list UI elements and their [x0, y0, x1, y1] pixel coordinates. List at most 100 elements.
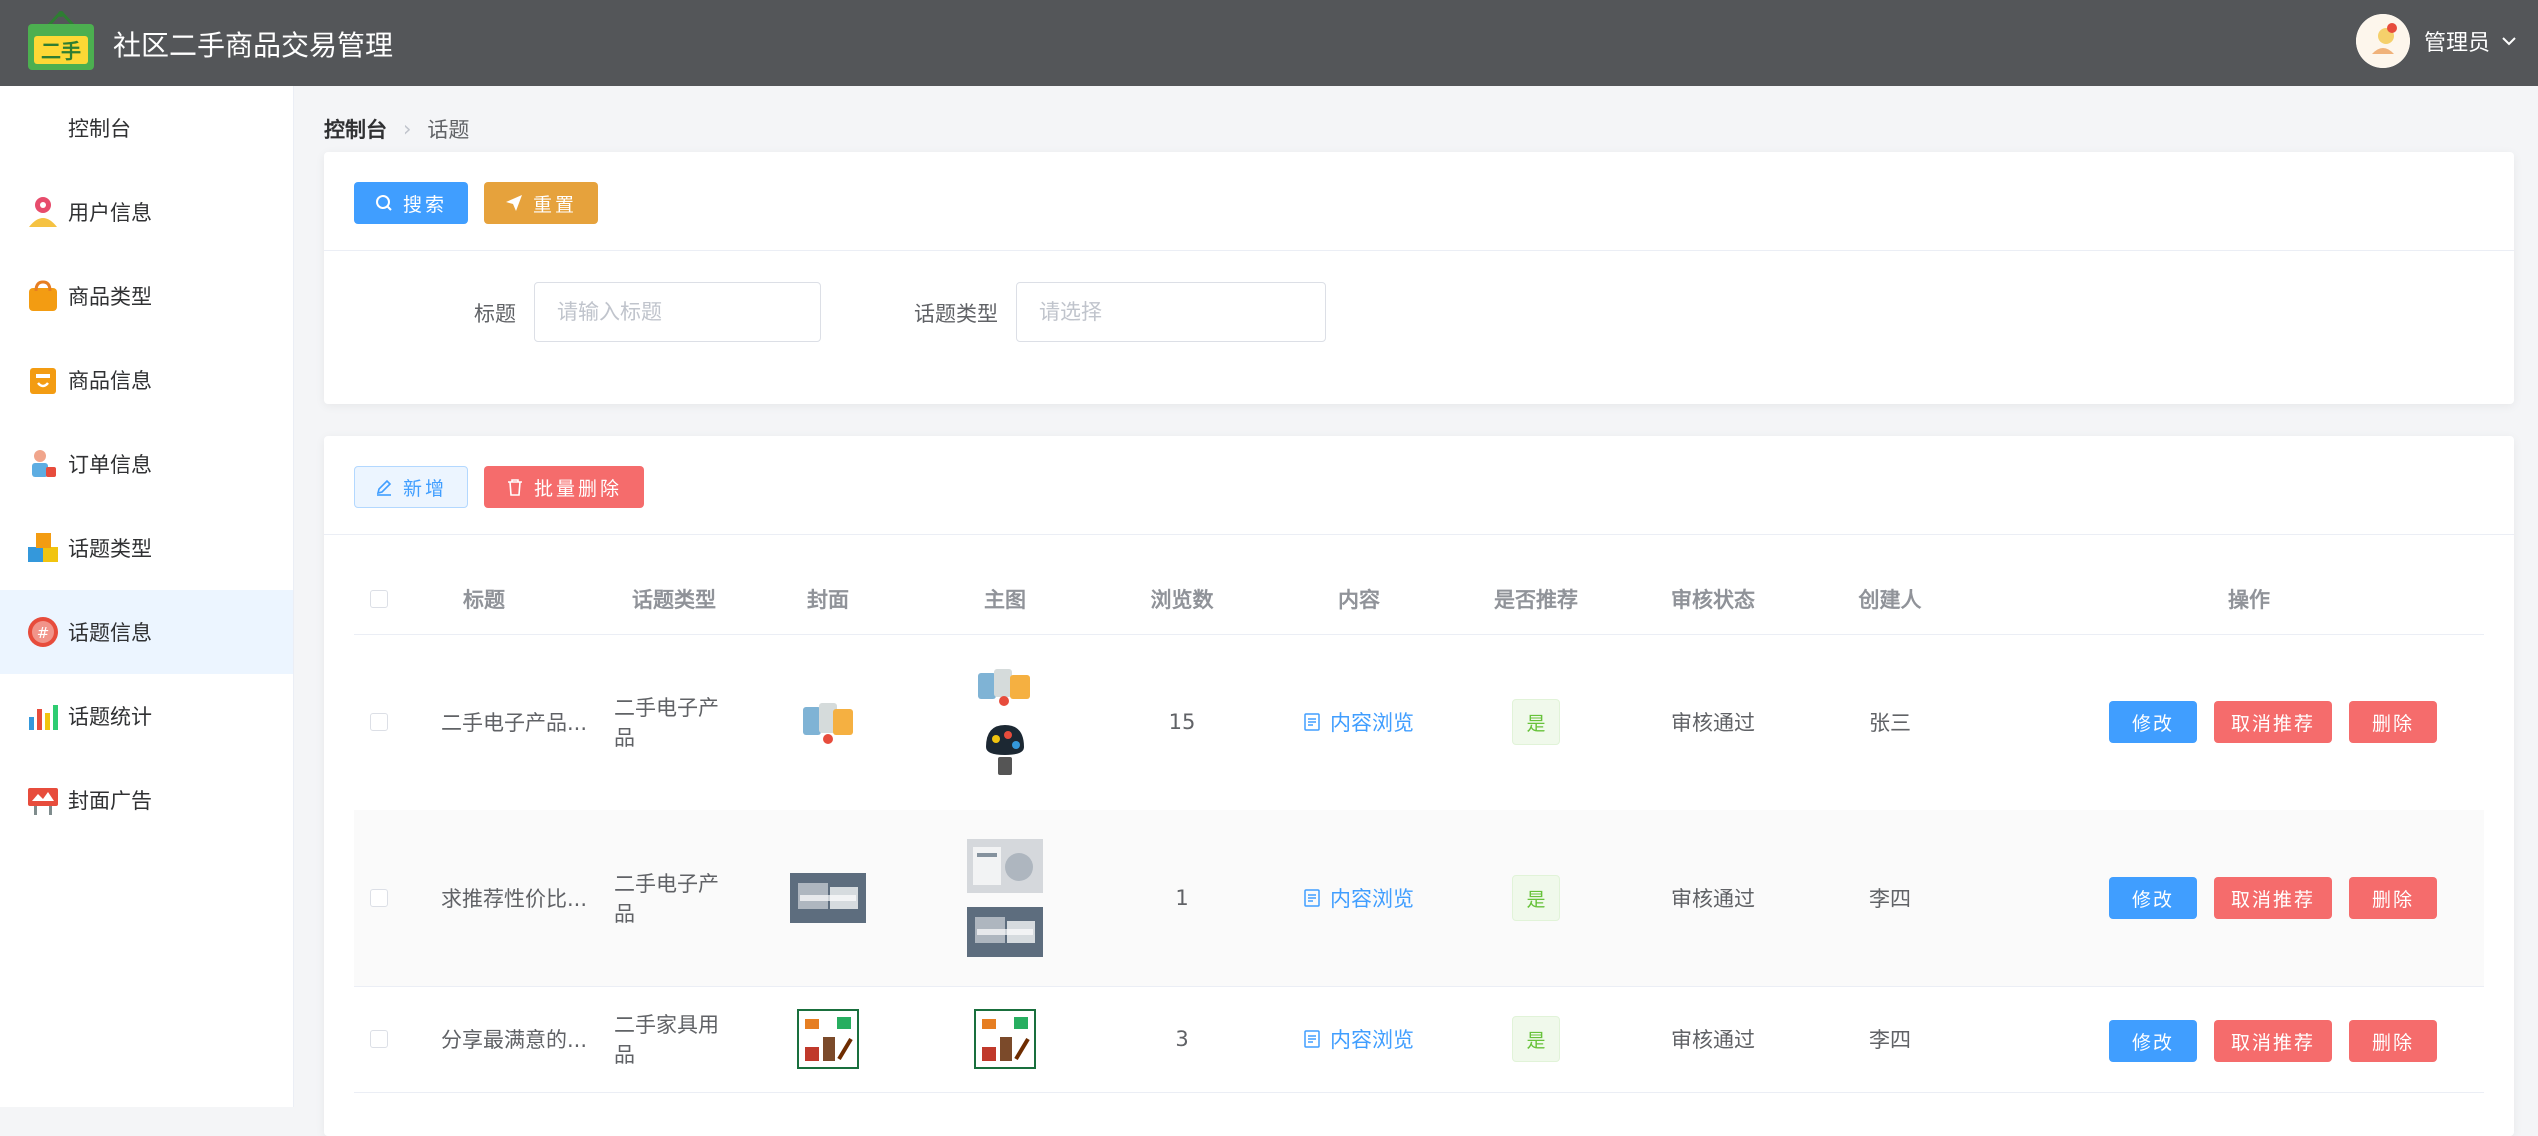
chevron-right-icon: ›	[403, 117, 412, 141]
column-header[interactable]: 浏览数	[1122, 564, 1242, 634]
add-button-label: 新增	[402, 477, 447, 500]
sidebar-item-label: 商品类型	[68, 285, 152, 309]
table-row[interactable]: 二手电子产品... 二手电子产品 15 内容浏览 是 审核通过 张三 修改 取消…	[354, 634, 2484, 811]
column-header[interactable]: 主图	[945, 564, 1065, 634]
sidebar-item-topic-stats[interactable]: 话题统计	[0, 674, 293, 758]
cancel-recommend-button[interactable]: 取消推荐	[2214, 877, 2332, 919]
shopping-bag-icon	[29, 280, 57, 311]
delete-button[interactable]: 删除	[2349, 701, 2437, 743]
add-button[interactable]: 新增	[354, 466, 468, 508]
row-select-cell	[354, 986, 404, 1092]
batch-delete-button-label: 批量删除	[533, 477, 622, 500]
cover-cell	[768, 810, 888, 986]
title-search-input[interactable]	[534, 282, 821, 342]
cancel-recommend-button[interactable]: 取消推荐	[2214, 1020, 2332, 1062]
sidebar: 控制台 用户信息 商品类型 商品信息 订单信息 话题类型 # 话题信息 话题统计…	[0, 86, 294, 1107]
main-image[interactable]	[967, 907, 1043, 957]
column-header[interactable]: 内容	[1299, 564, 1419, 634]
content-view-link[interactable]: 内容浏览	[1304, 883, 1414, 913]
recommend-tag: 是	[1512, 875, 1560, 921]
topic-type-select[interactable]	[1016, 282, 1326, 342]
cancel-recommend-button[interactable]: 取消推荐	[2214, 701, 2332, 743]
main-image[interactable]	[967, 839, 1043, 893]
sidebar-item-label: 封面广告	[68, 789, 152, 813]
app-logo: 二手	[28, 10, 94, 70]
avatar[interactable]	[2355, 14, 2410, 68]
sidebar-item-label: 话题统计	[68, 705, 152, 729]
content-view-label: 内容浏览	[1330, 711, 1414, 735]
svg-text:#: #	[37, 624, 50, 642]
batch-delete-button[interactable]: 批量删除	[484, 466, 644, 508]
chevron-down-icon[interactable]	[2500, 32, 2518, 50]
cover-cell	[768, 634, 888, 810]
sidebar-item-label: 话题类型	[68, 537, 152, 561]
type-cell: 二手电子产品	[614, 872, 719, 926]
column-header[interactable]: 封面	[768, 564, 888, 634]
main-image-cell	[945, 810, 1065, 986]
column-header[interactable]: 审核状态	[1653, 564, 1773, 634]
content-view-link[interactable]: 内容浏览	[1304, 1024, 1414, 1054]
content-view-label: 内容浏览	[1330, 1028, 1414, 1052]
row-checkbox[interactable]	[370, 713, 388, 731]
reset-button[interactable]: 重置	[484, 182, 598, 224]
column-header[interactable]: 标题	[414, 564, 554, 634]
user-name: 管理员	[2423, 31, 2490, 56]
divider	[324, 534, 2514, 535]
cover-image[interactable]	[790, 873, 866, 923]
content-cell: 内容浏览	[1279, 810, 1439, 986]
row-checkbox[interactable]	[370, 1030, 388, 1048]
breadcrumb-root[interactable]: 控制台	[324, 114, 387, 144]
sidebar-item-cover-ads[interactable]: 封面广告	[0, 758, 293, 842]
delete-button[interactable]: 删除	[2349, 877, 2437, 919]
table-row[interactable]: 求推荐性价比... 二手电子产品 1 内容浏览 是 审核通过 李四 修改 取消推…	[354, 810, 2484, 987]
table-row[interactable]: 分享最满意的... 二手家具用品 3 内容浏览 是 审核通过 李四 修改 取消推…	[354, 986, 2484, 1093]
row-select-cell	[354, 810, 404, 986]
search-button-label: 搜索	[402, 193, 447, 216]
user-menu[interactable]: 管理员	[2355, 14, 2518, 68]
status-cell: 审核通过	[1671, 711, 1755, 735]
sidebar-item-goods-info[interactable]: 商品信息	[0, 338, 293, 422]
top-header: 二手 社区二手商品交易管理 管理员	[0, 0, 2538, 86]
status-cell: 审核通过	[1671, 887, 1755, 911]
edit-button[interactable]: 修改	[2109, 1020, 2197, 1062]
main-image[interactable]	[980, 721, 1030, 779]
main-image[interactable]	[974, 665, 1036, 707]
column-header: 操作	[2228, 588, 2270, 612]
sidebar-item-dashboard[interactable]: 控制台	[0, 86, 293, 170]
column-header[interactable]: 是否推荐	[1476, 564, 1596, 634]
status-cell: 审核通过	[1671, 1028, 1755, 1052]
sidebar-item-users[interactable]: 用户信息	[0, 170, 293, 254]
sidebar-item-label: 用户信息	[68, 201, 152, 225]
title-cell: 求推荐性价比...	[440, 887, 588, 911]
select-all-checkbox[interactable]	[370, 590, 388, 608]
cover-image[interactable]	[797, 1009, 859, 1069]
column-header[interactable]: 话题类型	[604, 564, 744, 634]
content-view-link[interactable]: 内容浏览	[1304, 707, 1414, 737]
breadcrumb-current: 话题	[427, 118, 470, 142]
recommend-cell: 是	[1476, 810, 1596, 986]
search-icon	[375, 195, 392, 211]
delete-button[interactable]: 删除	[2349, 1020, 2437, 1062]
table-card: 新增 批量删除 标题 话题类型 封面 主图 浏览数 内容 是否推荐 审核状态 创…	[324, 436, 2514, 1136]
content-cell: 内容浏览	[1279, 634, 1439, 810]
content-cell: 内容浏览	[1279, 986, 1439, 1092]
document-icon	[1304, 1030, 1320, 1048]
main-image[interactable]	[974, 1009, 1036, 1069]
sidebar-item-topic-info[interactable]: # 话题信息	[0, 590, 293, 674]
column-header[interactable]: 创建人	[1830, 564, 1950, 634]
creator-cell: 李四	[1869, 1028, 1911, 1052]
row-checkbox[interactable]	[370, 889, 388, 907]
actions-cell: 修改 取消推荐 删除	[2014, 810, 2484, 986]
hashtag-icon: #	[28, 617, 58, 647]
sidebar-item-orders[interactable]: 订单信息	[0, 422, 293, 506]
cubes-icon	[28, 533, 58, 562]
divider	[324, 250, 2514, 251]
document-icon	[1304, 889, 1320, 907]
cover-image[interactable]	[797, 699, 859, 745]
sidebar-item-topic-type[interactable]: 话题类型	[0, 506, 293, 590]
edit-button[interactable]: 修改	[2109, 701, 2197, 743]
edit-button[interactable]: 修改	[2109, 877, 2197, 919]
search-button[interactable]: 搜索	[354, 182, 468, 224]
user-icon	[29, 197, 57, 227]
sidebar-item-goods-type[interactable]: 商品类型	[0, 254, 293, 338]
